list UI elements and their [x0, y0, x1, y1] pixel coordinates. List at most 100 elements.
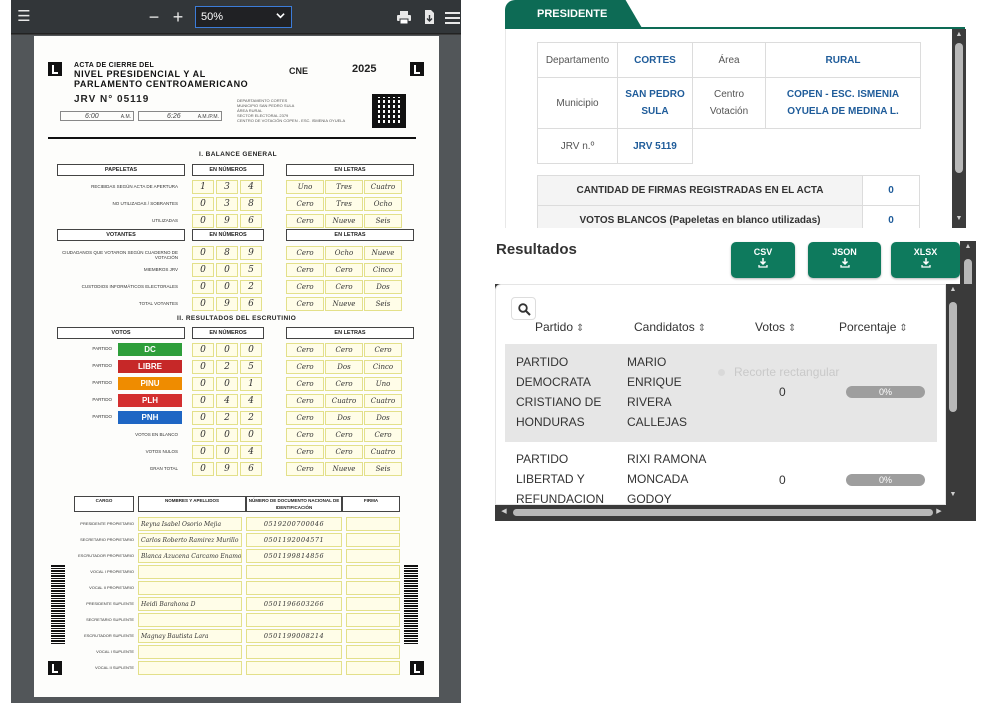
- municipio-label: Municipio: [537, 77, 618, 129]
- scrollbar-thumb[interactable]: [955, 43, 963, 173]
- open-time-box: 6:00 A.M.: [60, 111, 134, 121]
- results-vscrollbar[interactable]: ▲ ▼: [946, 284, 960, 505]
- word-cell: Cinco: [364, 263, 402, 277]
- sig-name: Magnay Bautista Lara: [138, 629, 242, 643]
- scroll-up-icon[interactable]: ▲: [961, 243, 975, 250]
- votos-blancos-label: VOTOS BLANCOS (Papeletas en blanco utili…: [537, 205, 863, 228]
- xlsx-download-button[interactable]: XLSX: [891, 242, 960, 278]
- print-icon[interactable]: [395, 0, 413, 34]
- row-label: CUSTODIOS INFORMÁTICOS ELECTORALES: [81, 284, 178, 289]
- sig-cargo: SECRETARIO SUPLENTE: [86, 617, 134, 622]
- zoom-value: 50%: [201, 11, 224, 23]
- close-time-box: 6:26 A.M./P.M.: [138, 111, 222, 121]
- scroll-right-icon[interactable]: ▶: [932, 507, 946, 515]
- sort-icon[interactable]: ⇕: [788, 323, 796, 334]
- sig-header: NOMBRES Y APELLIDOS: [138, 496, 246, 512]
- sig-name: [138, 565, 242, 579]
- digit-cell: 0: [192, 343, 214, 357]
- scroll-left-icon[interactable]: ◀: [497, 507, 511, 515]
- digit-cell: 8: [240, 197, 262, 211]
- word-cell: Cero: [325, 377, 363, 391]
- scrollbar-thumb[interactable]: [513, 509, 933, 516]
- municipio-value: SAN PEDRO SULA: [617, 77, 693, 129]
- acta-title-line2: NIVEL PRESIDENCIAL Y AL: [74, 69, 206, 79]
- download-icon[interactable]: [420, 0, 438, 34]
- empty-cell: [693, 129, 766, 164]
- text-line: CRISTIANO DE: [516, 395, 602, 409]
- sort-icon[interactable]: ⇕: [698, 323, 706, 334]
- column-candidatos[interactable]: Candidatos ⇕: [634, 320, 706, 334]
- word-cell: Dos: [364, 280, 402, 294]
- empty-cell: [766, 129, 921, 164]
- section-balance-title: I. BALANCE GENERAL: [199, 151, 277, 158]
- sig-doc: 0501199814856: [246, 549, 342, 563]
- sig-doc: [246, 581, 342, 595]
- sort-icon[interactable]: ⇕: [576, 323, 584, 334]
- digit-cell: 5: [240, 263, 262, 277]
- digit-cell: 4: [240, 394, 262, 408]
- menu-icon[interactable]: [443, 0, 461, 34]
- search-button[interactable]: [511, 297, 536, 320]
- json-label: JSON: [832, 247, 857, 257]
- scrollbar-thumb[interactable]: [949, 302, 957, 412]
- sig-name: [138, 581, 242, 595]
- sig-cargo: ESCRUTADOR PROPIETARIO: [78, 553, 134, 558]
- tab-presidente[interactable]: PRESIDENTE: [505, 0, 642, 28]
- column-votos[interactable]: Votos ⇕: [755, 320, 796, 334]
- scroll-up-icon[interactable]: ▲: [952, 31, 966, 38]
- scroll-down-icon[interactable]: ▼: [952, 215, 966, 222]
- zoom-select[interactable]: 50%: [195, 6, 292, 28]
- digit-cell: 3: [216, 180, 238, 194]
- info-scrollbar[interactable]: ▲ ▼: [952, 29, 966, 228]
- word-cell: Cero: [286, 197, 324, 211]
- text-line: HONDURAS: [516, 415, 585, 429]
- sig-firma: [346, 613, 400, 627]
- digit-cell: 5: [240, 360, 262, 374]
- header-numeros: EN NÚMEROS: [192, 327, 264, 339]
- firmas-value: 0: [862, 175, 920, 206]
- centro-value: COPEN - ESC. ISMENIA OYUELA DE MEDINA L.: [765, 77, 921, 129]
- word-cell: Cero: [286, 462, 324, 476]
- sort-icon[interactable]: ⇕: [899, 323, 907, 334]
- sig-cargo: VOCAL I PROPIETARIO: [90, 569, 134, 574]
- sig-header: FIRMA: [342, 496, 400, 512]
- sig-firma: [346, 565, 400, 579]
- zoom-in-button[interactable]: +: [169, 0, 187, 34]
- word-cell: Cero: [325, 263, 363, 277]
- digit-cell: 6: [240, 462, 262, 476]
- sidebar-toggle-icon[interactable]: ☰: [15, 0, 33, 34]
- jrv-label: JRV n.º: [537, 128, 618, 164]
- row-label: UTILIZADAS: [151, 218, 178, 223]
- pdf-page: ACTA DE CIERRE DEL NIVEL PRESIDENCIAL Y …: [34, 36, 439, 697]
- sig-cargo: PRESIDENTE PROPIETARIO: [80, 521, 134, 526]
- zoom-out-button[interactable]: −: [145, 0, 163, 34]
- text-line: REFUNDACION: [516, 492, 605, 505]
- text-line: RIXI RAMONA: [627, 452, 707, 466]
- column-porcentaje[interactable]: Porcentaje ⇕: [839, 320, 908, 334]
- party-badge: PINU: [118, 377, 182, 390]
- results-hscrollbar[interactable]: ◀ ▶: [495, 505, 946, 519]
- header-numeros: EN NÚMEROS: [192, 164, 264, 176]
- word-cell: Tres: [325, 197, 363, 211]
- sig-doc: [246, 565, 342, 579]
- party-badge: LIBRE: [118, 360, 182, 373]
- csv-download-button[interactable]: CSV: [731, 242, 795, 278]
- text-line: PARTIDO: [516, 452, 569, 466]
- scroll-up-icon[interactable]: ▲: [946, 286, 960, 293]
- acta-title: ACTA DE CIERRE DEL NIVEL PRESIDENCIAL Y …: [74, 62, 248, 89]
- digit-cell: 4: [216, 394, 238, 408]
- digit-cell: 0: [192, 263, 214, 277]
- departamento-label: Departamento: [537, 42, 618, 78]
- pdf-page-area[interactable]: ACTA DE CIERRE DEL NIVEL PRESIDENCIAL Y …: [11, 35, 461, 703]
- word-cell: Cuatro: [364, 394, 402, 408]
- digit-cell: 6: [240, 214, 262, 228]
- jrv-value: JRV 5119: [617, 128, 693, 164]
- word-cell: Cero: [325, 445, 363, 459]
- party-name: PARTIDO: [92, 397, 112, 402]
- json-download-button[interactable]: JSON: [808, 242, 881, 278]
- column-label: Porcentaje: [839, 320, 897, 334]
- column-partido[interactable]: Partido ⇕: [535, 320, 584, 334]
- votos-blancos-value: 0: [862, 205, 920, 228]
- scroll-down-icon[interactable]: ▼: [946, 491, 960, 498]
- word-cell: Nueve: [325, 297, 363, 311]
